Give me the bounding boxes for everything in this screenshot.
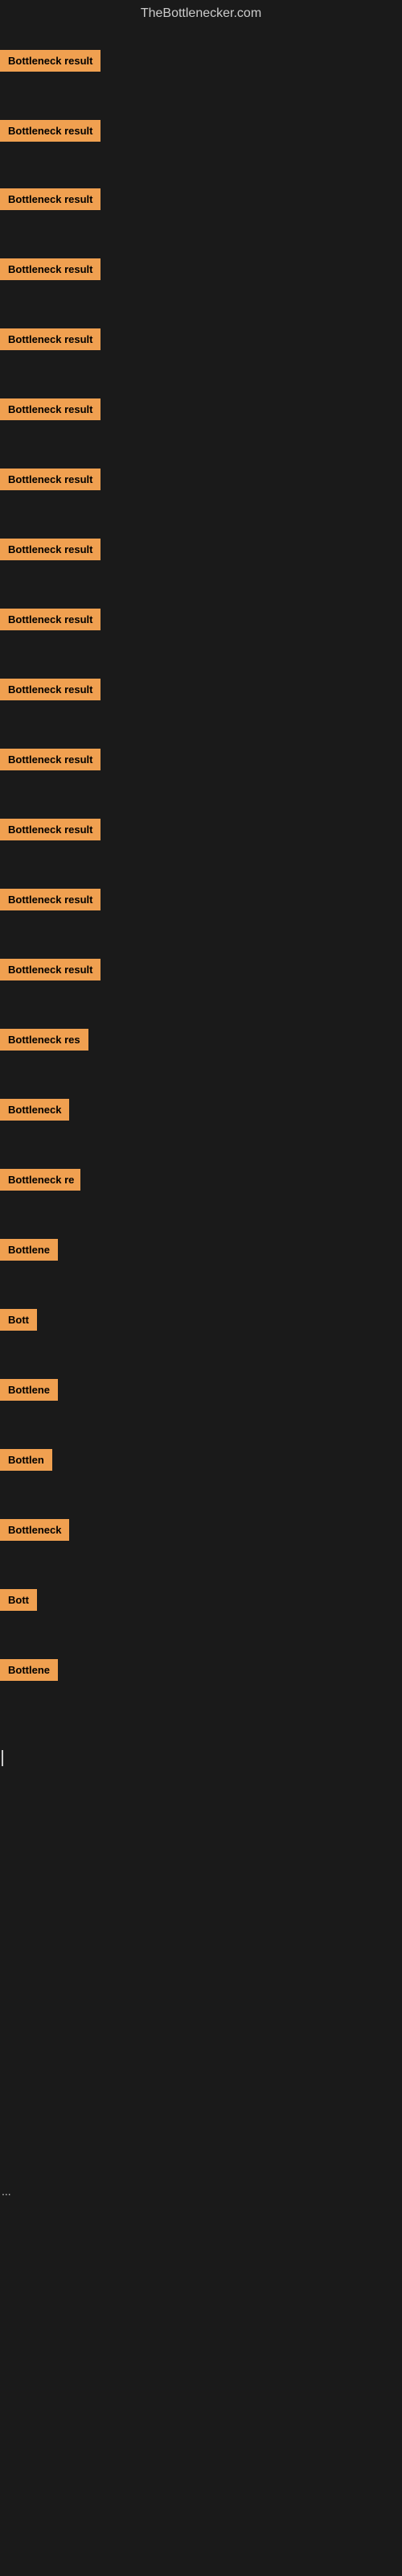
bottleneck-item-24[interactable]: Bottlene [0,1659,58,1685]
bottleneck-badge-14: Bottleneck result [0,959,100,980]
bottleneck-item-15[interactable]: Bottleneck res [0,1029,88,1055]
bottleneck-item-18[interactable]: Bottlene [0,1239,58,1265]
bottleneck-badge-15: Bottleneck res [0,1029,88,1051]
bottleneck-item-11[interactable]: Bottleneck result [0,749,100,774]
bottleneck-item-17[interactable]: Bottleneck re [0,1169,80,1195]
bottleneck-item-9[interactable]: Bottleneck result [0,609,100,634]
bottleneck-badge-8: Bottleneck result [0,539,100,560]
bottleneck-badge-23: Bott [0,1589,37,1611]
bottleneck-badge-3: Bottleneck result [0,188,100,210]
bottleneck-badge-2: Bottleneck result [0,120,100,142]
bottleneck-item-10[interactable]: Bottleneck result [0,679,100,704]
bottleneck-item-8[interactable]: Bottleneck result [0,539,100,564]
bottleneck-badge-17: Bottleneck re [0,1169,80,1191]
text-cursor [2,1750,3,1766]
bottleneck-badge-4: Bottleneck result [0,258,100,280]
bottleneck-badge-24: Bottlene [0,1659,58,1681]
bottleneck-badge-1: Bottleneck result [0,50,100,72]
bottleneck-badge-18: Bottlene [0,1239,58,1261]
bottleneck-badge-10: Bottleneck result [0,679,100,700]
bottleneck-item-19[interactable]: Bott [0,1309,37,1335]
bottleneck-item-4[interactable]: Bottleneck result [0,258,100,284]
bottleneck-item-2[interactable]: Bottleneck result [0,120,100,146]
bottleneck-item-1[interactable]: Bottleneck result [0,50,100,76]
bottleneck-item-3[interactable]: Bottleneck result [0,188,100,214]
bottleneck-badge-20: Bottlene [0,1379,58,1401]
bottleneck-badge-11: Bottleneck result [0,749,100,770]
bottleneck-item-12[interactable]: Bottleneck result [0,819,100,844]
bottleneck-badge-7: Bottleneck result [0,469,100,490]
ellipsis-text: ... [2,2185,11,2198]
bottleneck-badge-12: Bottleneck result [0,819,100,840]
bottleneck-badge-9: Bottleneck result [0,609,100,630]
bottleneck-item-23[interactable]: Bott [0,1589,37,1615]
bottleneck-badge-6: Bottleneck result [0,398,100,420]
bottleneck-badge-22: Bottleneck [0,1519,69,1541]
bottleneck-item-16[interactable]: Bottleneck [0,1099,69,1125]
site-title: TheBottlenecker.com [0,0,402,27]
bottleneck-item-6[interactable]: Bottleneck result [0,398,100,424]
bottleneck-item-5[interactable]: Bottleneck result [0,328,100,354]
bottleneck-badge-13: Bottleneck result [0,889,100,910]
bottleneck-badge-21: Bottlen [0,1449,52,1471]
bottleneck-badge-16: Bottleneck [0,1099,69,1121]
bottleneck-badge-19: Bott [0,1309,37,1331]
bottleneck-badge-5: Bottleneck result [0,328,100,350]
bottleneck-item-20[interactable]: Bottlene [0,1379,58,1405]
bottleneck-item-22[interactable]: Bottleneck [0,1519,69,1545]
bottleneck-item-14[interactable]: Bottleneck result [0,959,100,985]
bottleneck-item-13[interactable]: Bottleneck result [0,889,100,914]
bottleneck-item-7[interactable]: Bottleneck result [0,469,100,494]
bottleneck-item-21[interactable]: Bottlen [0,1449,52,1475]
